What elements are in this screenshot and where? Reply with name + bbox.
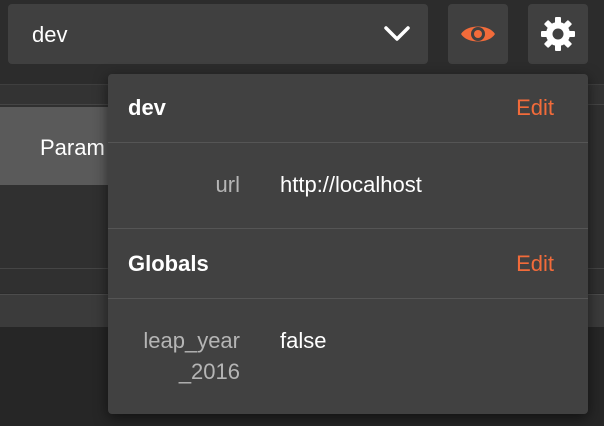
environment-select[interactable]: dev <box>8 4 428 64</box>
global-variable-key-line2: _2016 <box>178 359 240 384</box>
edit-environment-link[interactable]: Edit <box>516 95 554 121</box>
gear-icon <box>541 17 575 51</box>
variable-key: url <box>215 172 240 197</box>
environment-quick-look-button[interactable] <box>448 4 508 64</box>
params-button[interactable]: Param <box>0 107 125 185</box>
globals-section-title: Globals <box>128 251 209 276</box>
environment-select-value: dev <box>32 22 68 47</box>
edit-globals-link[interactable]: Edit <box>516 251 554 277</box>
params-button-label: Param <box>40 135 105 160</box>
environment-section-header: dev Edit <box>108 74 588 142</box>
variable-value: http://localhost <box>280 172 422 197</box>
divider <box>108 142 588 143</box>
divider <box>108 298 588 299</box>
global-variable-value: false <box>280 328 327 353</box>
manage-environments-button[interactable] <box>528 4 588 64</box>
divider <box>108 228 588 229</box>
eye-icon <box>461 26 495 42</box>
globals-section-header: Globals Edit <box>108 230 588 298</box>
chevron-down-icon <box>384 26 410 41</box>
global-variable-key-line1: leap_year <box>143 328 240 353</box>
app-root: dev Param dev Edit url http://localhost … <box>0 0 604 426</box>
environment-section-title: dev <box>128 95 166 120</box>
environment-quick-look-popup: dev Edit url http://localhost Globals Ed… <box>108 74 588 414</box>
